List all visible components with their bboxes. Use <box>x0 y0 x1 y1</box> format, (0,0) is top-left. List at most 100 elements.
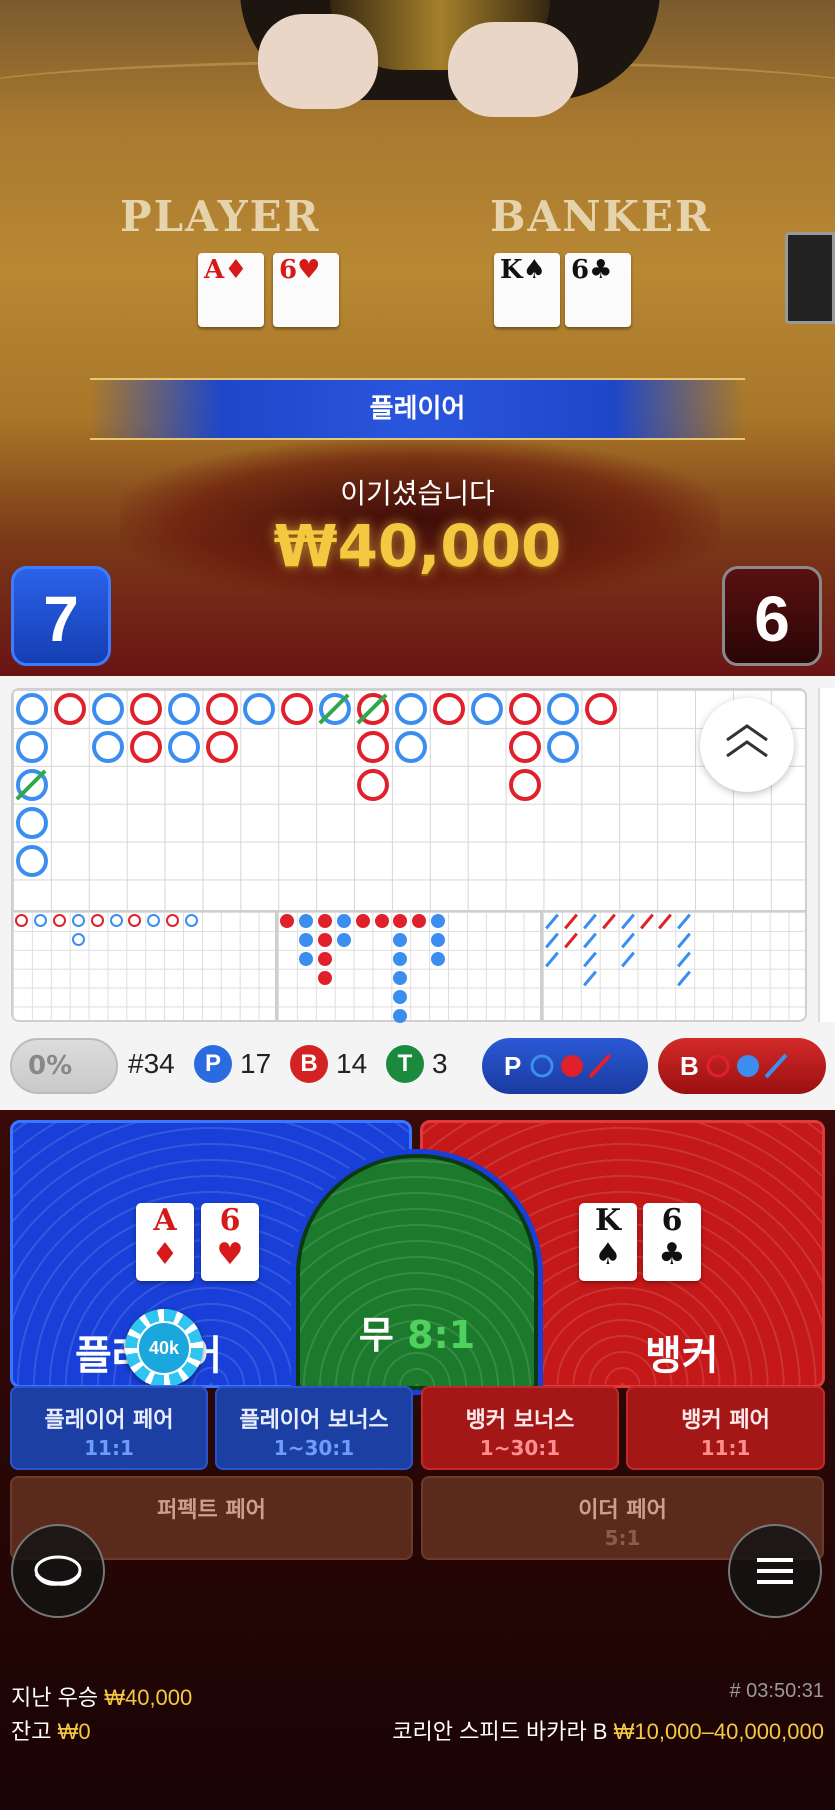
cockroach-road[interactable] <box>541 910 807 1022</box>
last-win: 지난 우승 ₩40,000 <box>11 1680 192 1712</box>
big-road-banker-mark <box>432 693 465 725</box>
betting-area: A♦ 6♥ 플레이어 40k K♠ 6♣ 뱅커 무 8:1 플레이어 페어 11… <box>0 1110 835 1810</box>
big-road-banker-mark <box>508 730 541 763</box>
big-eye-road-mark <box>52 914 66 927</box>
cockroach-road-mark <box>677 932 692 949</box>
win-percentage: 0% <box>10 1038 118 1094</box>
big-road-player-mark <box>16 730 48 763</box>
hamburger-menu-icon <box>757 1558 793 1584</box>
banker-bonus-label: 뱅커 보너스 <box>465 1408 575 1433</box>
big-road-banker-mark <box>357 768 390 801</box>
cockroach-road-mark <box>563 932 578 949</box>
dealer-left-hand <box>258 14 378 109</box>
big-road-player-mark <box>16 844 48 877</box>
banker-pair-bet[interactable]: 뱅커 페어 11:1 <box>626 1386 825 1470</box>
cockroach-road-mark <box>620 951 635 968</box>
table-player-card-1: A♦ <box>198 253 264 327</box>
roadmap-panel: 0% #34 P 17 B 14 T 3 P B <box>0 676 835 1110</box>
cockroach-road-mark <box>582 932 597 949</box>
cockroach-road-mark <box>545 951 559 968</box>
big-road-player-mark <box>167 693 200 725</box>
big-road-player-mark <box>167 730 200 763</box>
bet-chip[interactable]: 40k <box>125 1309 203 1385</box>
table-player-label: PLAYER <box>120 192 321 241</box>
tie-bet-spot[interactable]: 무 8:1 <box>296 1154 538 1390</box>
big-eye-road-mark <box>71 932 85 946</box>
banker-bonus-odds: 1~30:1 <box>479 1436 561 1460</box>
big-road-banker-mark <box>584 693 617 725</box>
cockroach-road-mark <box>545 913 559 930</box>
player-bonus-bet[interactable]: 플레이어 보너스 1~30:1 <box>215 1386 413 1470</box>
big-road[interactable] <box>11 688 807 910</box>
player-card-1: A ♦ <box>136 1203 194 1281</box>
big-eye-road-mark <box>185 914 199 927</box>
tie-bet-label-group: 무 8:1 <box>300 1304 534 1359</box>
big-road-banker-mark <box>357 730 390 763</box>
banker-card-1: K ♠ <box>579 1203 637 1281</box>
round-number: #34 <box>128 1048 175 1079</box>
cockroach-road-mark <box>677 913 692 930</box>
cockroach-road-mark <box>658 913 673 930</box>
predict-banker-icons <box>706 1053 788 1079</box>
chat-button[interactable] <box>11 1524 105 1618</box>
small-road-mark <box>317 932 332 947</box>
predict-player-button[interactable]: P <box>482 1038 648 1094</box>
big-eye-road-mark <box>147 914 161 927</box>
cockroach-road-mark <box>601 913 616 930</box>
big-road-player-mark <box>91 730 124 763</box>
cockroach-road-mark <box>620 932 635 949</box>
table-banker-card-2: 6♣ <box>565 253 631 327</box>
big-road-banker-mark <box>205 693 238 725</box>
cockroach-road-mark <box>639 913 654 930</box>
tie-odds: 8:1 <box>407 1313 476 1357</box>
chat-icon <box>34 1555 82 1586</box>
predict-banker-button[interactable]: B <box>658 1038 826 1094</box>
player-pair-label: 플레이어 페어 <box>44 1408 174 1433</box>
winner-banner: 플레이어 <box>90 378 745 440</box>
big-road-player-mark <box>395 693 427 725</box>
big-road-banker-mark <box>129 693 162 725</box>
small-road[interactable] <box>276 910 542 1023</box>
tie-count: 3 <box>432 1048 448 1079</box>
small-road-mark <box>393 970 408 985</box>
last-win-amount: ₩40,000 <box>104 1685 193 1710</box>
cockroach-road-mark <box>563 913 578 930</box>
big-eye-road-mark <box>33 914 47 927</box>
small-road-mark <box>298 951 313 966</box>
roadmap-edge-panel[interactable] <box>818 688 835 1022</box>
player-pair-bet[interactable]: 플레이어 페어 11:1 <box>10 1386 208 1470</box>
big-eye-road[interactable] <box>11 910 277 1022</box>
cockroach-road-mark <box>582 951 597 968</box>
big-eye-road-mark <box>128 914 142 927</box>
banker-pair-label: 뱅커 페어 <box>681 1408 770 1433</box>
player-score: 7 <box>11 566 111 666</box>
small-road-mark <box>393 932 408 947</box>
big-road-banker-mark <box>53 693 86 725</box>
table-name: 코리안 스피드 바카라 B <box>392 1719 608 1744</box>
small-road-mark <box>317 970 332 985</box>
perfect-pair-label: 퍼펙트 페어 <box>157 1498 266 1523</box>
menu-button[interactable] <box>728 1524 822 1618</box>
small-road-mark <box>317 914 332 928</box>
banker-bonus-bet[interactable]: 뱅커 보너스 1~30:1 <box>421 1386 619 1470</box>
big-eye-road-mark <box>90 914 104 927</box>
big-eye-road-mark <box>166 914 180 927</box>
tie-bet-label: 무 <box>358 1313 394 1357</box>
big-road-player-mark <box>91 693 124 725</box>
small-road-mark <box>431 951 446 966</box>
table-info: 코리안 스피드 바카라 B ₩10,000–40,000,000 <box>392 1714 824 1746</box>
banker-card-2: 6 ♣ <box>643 1203 701 1281</box>
big-eye-road-mark <box>71 914 85 927</box>
banker-pair-odds: 11:1 <box>700 1436 751 1460</box>
banker-bet-label: 뱅커 <box>645 1333 719 1379</box>
dealer-right-hand <box>448 22 578 117</box>
banker-score: 6 <box>722 566 822 666</box>
small-road-mark <box>431 932 446 947</box>
big-road-player-mark <box>470 693 503 725</box>
player-bonus-odds: 1~30:1 <box>273 1436 355 1460</box>
small-road-mark <box>374 914 389 928</box>
expand-roadmap-button[interactable] <box>700 698 794 792</box>
small-road-mark <box>393 951 408 966</box>
table-banker-card-1: K♠ <box>494 253 560 327</box>
small-road-mark <box>431 914 446 928</box>
